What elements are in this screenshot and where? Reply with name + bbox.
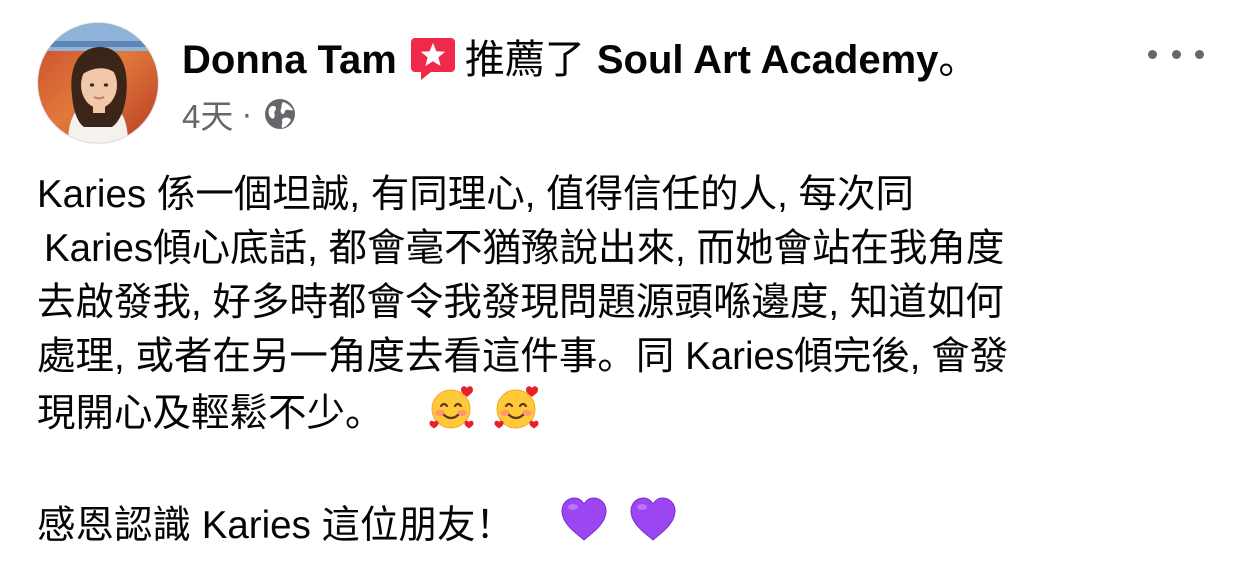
- post-text-line-5-text: 現開心及輕鬆不少。: [37, 392, 384, 435]
- post-header: Donna Tam 推薦了 Soul Art Academy 。 4天 ·: [0, 0, 1242, 150]
- post-text-line-1: Karies 係一個坦誠, 有同理心, 值得信任的人, 每次同: [37, 173, 915, 216]
- author-name[interactable]: Donna Tam: [182, 33, 397, 87]
- post-body: Karies 係一個坦誠, 有同理心, 值得信任的人, 每次同 Karies傾心…: [37, 168, 1207, 547]
- more-options-icon-dot: [1195, 49, 1204, 59]
- post-closing-text: 感恩認識 Karies 這位朋友！: [37, 504, 515, 547]
- purple-heart-icon: [557, 492, 611, 546]
- more-options-icon-dot: [1171, 49, 1181, 59]
- more-options-button[interactable]: [1148, 38, 1204, 70]
- smiling-face-with-hearts-icon: [427, 384, 477, 434]
- post-text-line-5: 現開心及輕鬆不少。: [37, 384, 1207, 438]
- recommend-star-badge-icon: [409, 34, 457, 82]
- post-closing-line: 感恩認識 Karies 這位朋友！: [37, 492, 1207, 547]
- post-meta: 4天 ·: [182, 92, 298, 136]
- post-text-line-3: 去啟發我, 好多時都會令我發現問題源頭喺邊度, 知道如何: [37, 281, 1004, 324]
- post-text-line-4: 處理, 或者在另一角度去看這件事。同 Karies傾完後, 會發: [37, 335, 1009, 378]
- recommend-action-text: 推薦了: [464, 38, 585, 82]
- meta-separator: ·: [241, 95, 253, 132]
- page-name-link[interactable]: Soul Art Academy: [597, 33, 939, 87]
- avatar[interactable]: [37, 22, 159, 144]
- more-options-icon: [1148, 49, 1157, 59]
- post-headline: Donna Tam 推薦了 Soul Art Academy 。: [182, 33, 978, 87]
- headline-end-punctuation: 。: [938, 38, 979, 82]
- post-timestamp[interactable]: 4天: [182, 90, 233, 138]
- smiling-face-with-hearts-icon: [492, 384, 542, 434]
- post-text-line-2: Karies傾心底話, 都會毫不猶豫說出來, 而她會站在我角度: [44, 227, 1005, 270]
- purple-heart-icon: [626, 492, 680, 546]
- globe-icon[interactable]: [262, 96, 298, 132]
